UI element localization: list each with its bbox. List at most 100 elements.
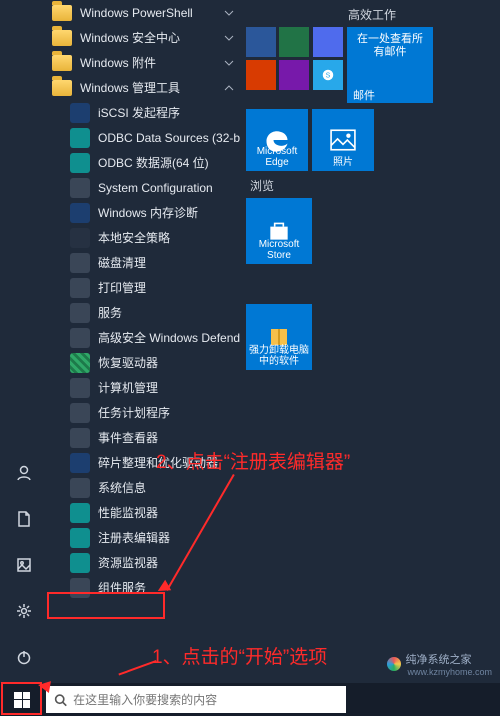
- tile-word[interactable]: [246, 27, 276, 57]
- app-item[interactable]: 磁盘清理: [48, 250, 240, 275]
- app-icon: [70, 478, 90, 498]
- gear-icon: [15, 602, 33, 620]
- watermark-url: www.kzmyhome.com: [407, 667, 492, 677]
- start-button[interactable]: [0, 683, 44, 716]
- app-icon: [70, 128, 90, 148]
- chevron-down-icon: [224, 58, 234, 68]
- app-label: 系统信息: [98, 479, 146, 496]
- folder-icon: [52, 5, 72, 21]
- app-icon: [70, 503, 90, 523]
- app-icon: [70, 553, 90, 573]
- app-icon: [70, 378, 90, 398]
- app-label: 计算机管理: [98, 379, 158, 396]
- app-label: 注册表编辑器: [98, 529, 170, 546]
- search-input[interactable]: [73, 693, 338, 707]
- app-item[interactable]: 资源监视器: [48, 550, 240, 575]
- folder-windows-admin-tools[interactable]: Windows 管理工具: [48, 75, 240, 100]
- app-item[interactable]: 高级安全 Windows Defender 防...: [48, 325, 240, 350]
- app-icon: [70, 453, 90, 473]
- folder-windows-accessories[interactable]: Windows 附件: [48, 50, 240, 75]
- section-label-browse: 浏览: [250, 177, 494, 194]
- app-item[interactable]: 打印管理: [48, 275, 240, 300]
- folder-windows-security[interactable]: Windows 安全中心: [48, 25, 240, 50]
- app-icon: [70, 403, 90, 423]
- app-icon: [70, 203, 90, 223]
- documents-button[interactable]: [4, 499, 44, 539]
- tile-label: Microsoft Store: [246, 239, 312, 261]
- app-icon: [70, 278, 90, 298]
- document-icon: [15, 510, 33, 528]
- tile-ms-store[interactable]: Microsoft Store: [246, 198, 312, 264]
- skype-icon: S: [321, 68, 335, 82]
- windows-logo-icon: [14, 692, 30, 708]
- folder-label: Windows 管理工具: [80, 79, 180, 96]
- app-item[interactable]: Windows 内存诊断: [48, 200, 240, 225]
- app-label: System Configuration: [98, 181, 213, 195]
- tile-skype[interactable]: S: [313, 60, 343, 90]
- app-label: 高级安全 Windows Defender 防...: [98, 329, 240, 346]
- app-item[interactable]: ODBC Data Sources (32-bit): [48, 125, 240, 150]
- user-icon: [15, 464, 33, 482]
- app-item[interactable]: System Configuration: [48, 175, 240, 200]
- svg-text:S: S: [326, 72, 331, 79]
- app-label: 组件服务: [98, 579, 146, 596]
- user-button[interactable]: [4, 453, 44, 493]
- app-item[interactable]: 碎片整理和优化驱动器: [48, 450, 240, 475]
- folder-icon: [52, 80, 72, 96]
- tile-mail[interactable]: 在一处查看所有邮件 邮件: [347, 27, 433, 103]
- chevron-down-icon: [224, 33, 234, 43]
- app-item-regedit[interactable]: 注册表编辑器: [48, 525, 240, 550]
- tile-label: 照片: [312, 153, 374, 168]
- folder-windows-powershell[interactable]: Windows PowerShell: [48, 0, 240, 25]
- app-item[interactable]: 恢复驱动器: [48, 350, 240, 375]
- mail-tile-label: 邮件: [353, 87, 375, 103]
- app-item[interactable]: 服务: [48, 300, 240, 325]
- app-label: 事件查看器: [98, 429, 158, 446]
- app-icon: [70, 228, 90, 248]
- tile-onenote[interactable]: [279, 60, 309, 90]
- pictures-button[interactable]: [4, 545, 44, 585]
- app-item[interactable]: 计算机管理: [48, 375, 240, 400]
- app-icon: [70, 253, 90, 273]
- mail-tile-text: 在一处查看所有邮件: [353, 33, 427, 59]
- tile-photos[interactable]: 照片: [312, 109, 374, 171]
- app-item[interactable]: 事件查看器: [48, 425, 240, 450]
- app-item[interactable]: 任务计划程序: [48, 400, 240, 425]
- settings-button[interactable]: [4, 591, 44, 631]
- app-item[interactable]: ODBC 数据源(64 位): [48, 150, 240, 175]
- tile-label: 强力卸载电脑中的软件: [246, 345, 312, 367]
- app-icon: [70, 178, 90, 198]
- app-item[interactable]: 本地安全策略: [48, 225, 240, 250]
- app-icon: [70, 578, 90, 598]
- taskbar-search[interactable]: [46, 686, 346, 713]
- power-button[interactable]: [4, 637, 44, 677]
- app-label: iSCSI 发起程序: [98, 104, 180, 121]
- taskbar: [0, 683, 500, 716]
- watermark-brand: 纯净系统之家: [405, 651, 492, 667]
- app-label: 本地安全策略: [98, 229, 170, 246]
- folder-icon: [52, 30, 72, 46]
- tile-edge[interactable]: Microsoft Edge: [246, 109, 308, 171]
- app-label: 性能监视器: [98, 504, 158, 521]
- section-label-productivity: 高效工作: [250, 6, 494, 23]
- app-label: 服务: [98, 304, 122, 321]
- photos-icon: [330, 129, 356, 151]
- chevron-down-icon: [224, 8, 234, 18]
- tile-uninstaller[interactable]: 强力卸载电脑中的软件: [246, 304, 312, 370]
- tile-excel[interactable]: [279, 27, 309, 57]
- search-icon: [54, 693, 67, 707]
- app-item[interactable]: 系统信息: [48, 475, 240, 500]
- tile-powerpoint[interactable]: [246, 60, 276, 90]
- app-item[interactable]: 组件服务: [48, 575, 240, 600]
- app-item[interactable]: 性能监视器: [48, 500, 240, 525]
- pictures-icon: [15, 556, 33, 574]
- app-label: 磁盘清理: [98, 254, 146, 271]
- tiles-panel: 高效工作 S 在一处查看所有邮件 邮件 Microsof: [240, 0, 500, 683]
- tile-todo[interactable]: [313, 27, 343, 57]
- power-icon: [15, 648, 33, 666]
- app-label: 资源监视器: [98, 554, 158, 571]
- folder-label: Windows 安全中心: [80, 29, 180, 46]
- folder-label: Windows PowerShell: [80, 6, 193, 20]
- tile-label: Microsoft Edge: [246, 146, 308, 168]
- app-item[interactable]: iSCSI 发起程序: [48, 100, 240, 125]
